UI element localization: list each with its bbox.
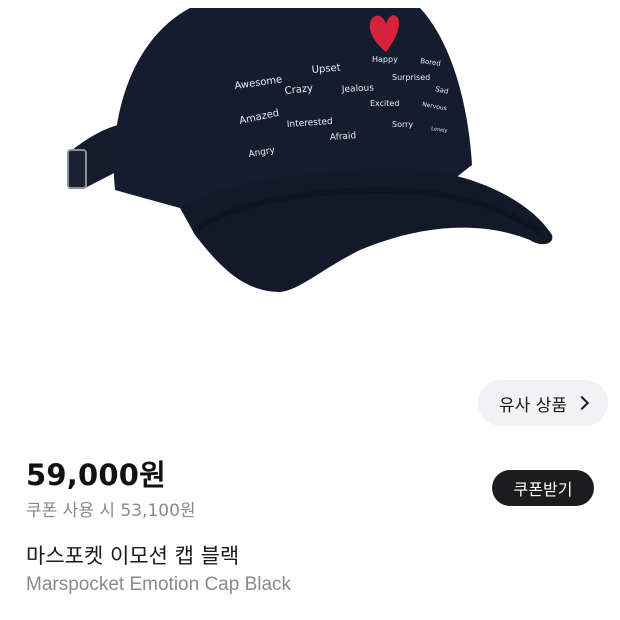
get-coupon-button[interactable]: 쿠폰받기 [492,470,594,506]
embroidery-word: Sorry [392,120,413,129]
chevron-right-icon [574,395,590,411]
similar-products-button[interactable]: 유사 상품 [478,380,608,426]
product-detail-page: Awesome Upset Happy Bored Crazy Jealous … [0,0,620,620]
embroidery-word: Excited [370,99,399,108]
embroidery-word: Afraid [330,131,357,143]
coupon-price: 쿠폰 사용 시 53,100원 [26,501,196,521]
product-name-english: Marspocket Emotion Cap Black [26,574,292,595]
product-name-korean: 마스포켓 이모션 캡 블랙 [26,544,240,568]
strap-buckle [67,149,87,189]
price: 59,000원 [26,458,166,492]
product-image[interactable]: Awesome Upset Happy Bored Crazy Jealous … [0,0,620,360]
embroidery-word: Happy [372,55,398,64]
embroidery-word: Surprised [392,73,430,82]
embroidery-word: Jealous [341,83,375,95]
cap-brim [180,168,553,292]
similar-products-label: 유사 상품 [499,395,567,416]
